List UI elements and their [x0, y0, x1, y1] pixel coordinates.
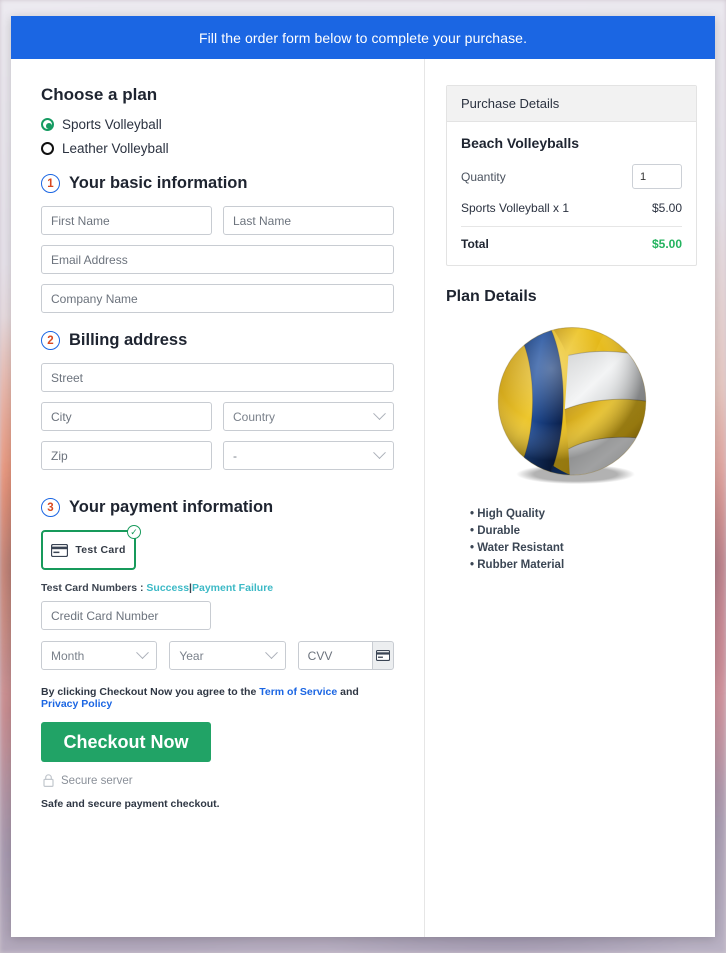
quantity-input[interactable] [632, 164, 682, 189]
order-form-column: Choose a plan Sports Volleyball Leather … [11, 59, 424, 937]
name-fields-row: First Name Last Name [41, 206, 394, 245]
cvv-field-group: CVV [297, 641, 394, 670]
city-input[interactable]: City [41, 402, 212, 431]
year-select[interactable]: Year [169, 641, 286, 670]
expiry-cvv-row: Month Year CVV [41, 641, 394, 670]
cvv-input[interactable]: CVV [297, 641, 372, 670]
chevron-down-icon [373, 407, 386, 421]
radio-unselected-icon[interactable] [41, 142, 54, 155]
line-item-row: Sports Volleyball x 1 $5.00 [461, 201, 682, 226]
test-card-numbers-line: Test Card Numbers : Success|Payment Fail… [41, 582, 394, 594]
secure-server-row: Secure server [43, 774, 394, 787]
terms-prefix: By clicking Checkout Now you agree to th… [41, 686, 257, 698]
list-item: High Quality [470, 508, 697, 520]
country-select-value: Country [233, 409, 276, 424]
step-header-payment-information: 3 Your payment information [41, 498, 394, 517]
zip-state-row: Zip - [41, 441, 394, 480]
plan-option-leather-volleyball[interactable]: Leather Volleyball [41, 141, 394, 156]
card-body: Choose a plan Sports Volleyball Leather … [11, 59, 715, 937]
line-item-price: $5.00 [651, 201, 682, 215]
plan-option-label: Leather Volleyball [62, 141, 169, 156]
list-item: Water Resistant [470, 542, 697, 554]
privacy-policy-link[interactable]: Privacy Policy [41, 698, 112, 710]
company-name-input[interactable]: Company Name [41, 284, 394, 313]
credit-card-icon [375, 650, 390, 661]
credit-card-icon [51, 543, 69, 557]
street-input[interactable]: Street [41, 363, 394, 392]
step-header-basic-information: 1 Your basic information [41, 174, 394, 193]
test-card-numbers-prefix: Test Card Numbers : [41, 582, 144, 594]
plan-option-sports-volleyball[interactable]: Sports Volleyball [41, 117, 394, 132]
product-name: Beach Volleyballs [461, 135, 580, 151]
step-number-badge: 2 [41, 331, 60, 350]
terms-and: and [340, 686, 359, 698]
step-title: Your basic information [69, 174, 248, 192]
topbar-banner: Fill the order form below to complete yo… [11, 16, 715, 59]
lock-icon [43, 774, 54, 787]
step-number-badge: 1 [41, 174, 60, 193]
total-label: Total [461, 237, 489, 251]
first-name-input[interactable]: First Name [41, 206, 212, 235]
step-number-badge: 3 [41, 498, 60, 517]
state-select[interactable]: - [223, 441, 394, 470]
safe-checkout-note: Safe and secure payment checkout. [41, 798, 220, 810]
test-card-method-tile[interactable]: Test Card ✓ [41, 525, 141, 570]
test-card-label: Test Card [75, 544, 126, 556]
topbar-message: Fill the order form below to complete yo… [198, 29, 528, 46]
month-select-value: Month [51, 648, 85, 663]
check-circle-icon: ✓ [127, 525, 141, 539]
last-name-input[interactable]: Last Name [223, 206, 394, 235]
checkout-now-button[interactable]: Checkout Now [41, 722, 211, 762]
test-card-success-link[interactable]: Success [146, 582, 189, 594]
step-title: Billing address [69, 331, 188, 349]
quantity-row: Quantity [461, 164, 682, 189]
purchase-details-panel: Purchase Details Beach Volleyballs Quant… [446, 85, 697, 266]
list-item: Rubber Material [470, 559, 697, 571]
step-title: Your payment information [69, 498, 274, 516]
volleyball-image [497, 327, 646, 485]
secure-server-label: Secure server [61, 774, 133, 787]
email-input[interactable]: Email Address [41, 245, 394, 274]
choose-a-plan-heading: Choose a plan [41, 85, 158, 104]
month-select[interactable]: Month [41, 641, 158, 670]
chevron-down-icon [264, 646, 278, 660]
purchase-details-body: Beach Volleyballs Quantity Sports Volley… [447, 122, 696, 265]
cvv-help-button[interactable] [371, 641, 394, 670]
credit-card-number-input[interactable]: Credit Card Number [41, 601, 211, 630]
summary-column: Purchase Details Beach Volleyballs Quant… [424, 59, 715, 937]
plan-details-heading: Plan Details [446, 288, 537, 305]
test-card-failure-link[interactable]: Payment Failure [192, 582, 273, 594]
plan-option-label: Sports Volleyball [62, 117, 162, 132]
terms-agreement-text: By clicking Checkout Now you agree to th… [41, 686, 394, 710]
list-item: Durable [470, 525, 697, 537]
quantity-label: Quantity [461, 169, 506, 184]
term-of-service-link[interactable]: Term of Service [259, 686, 337, 698]
checkout-card: Fill the order form below to complete yo… [11, 16, 715, 937]
radio-selected-icon[interactable] [41, 118, 54, 131]
chevron-down-icon [373, 446, 386, 460]
step-header-billing-address: 2 Billing address [41, 331, 394, 350]
checkout-button-label: Checkout Now [63, 731, 189, 752]
total-price: $5.00 [651, 237, 682, 251]
country-select[interactable]: Country [223, 402, 394, 431]
plan-features-list: High Quality Durable Water Resistant Rub… [470, 508, 697, 571]
line-item-label: Sports Volleyball x 1 [461, 201, 570, 215]
total-row: Total $5.00 [461, 227, 682, 251]
chevron-down-icon [136, 646, 150, 660]
city-country-row: City Country [41, 402, 394, 441]
state-select-value: - [233, 448, 237, 463]
year-select-value: Year [179, 648, 204, 663]
zip-input[interactable]: Zip [41, 441, 212, 470]
purchase-details-title: Purchase Details [447, 86, 696, 122]
